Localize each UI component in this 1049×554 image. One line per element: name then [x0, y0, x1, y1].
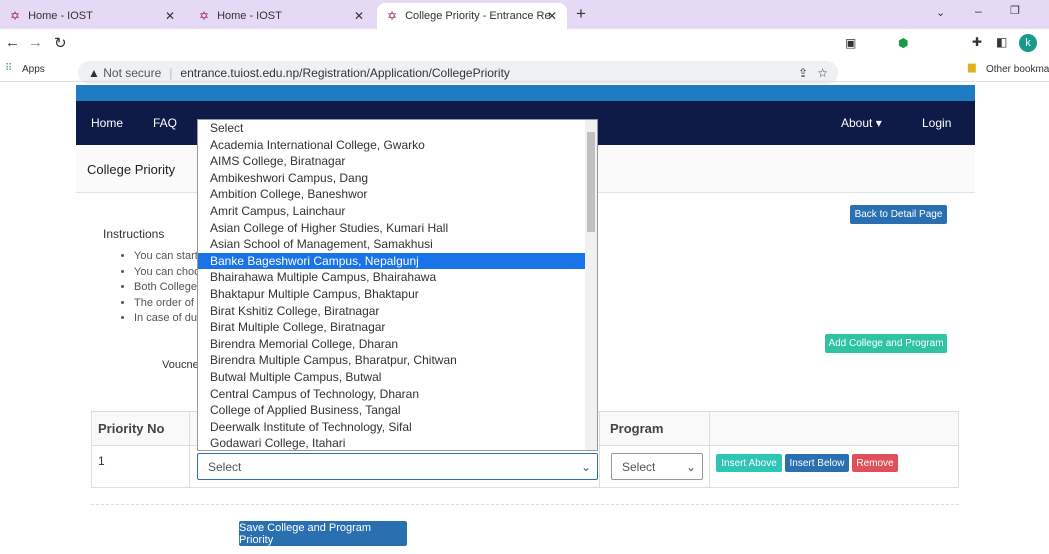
iost-icon: ✡ [199, 9, 210, 23]
dropdown-option[interactable]: Academia International College, Gwarko [198, 137, 585, 154]
dropdown-option[interactable]: Godawari College, Itahari [198, 435, 585, 450]
dropdown-option[interactable]: Birendra Multiple Campus, Bharatpur, Chi… [198, 352, 585, 369]
header-priority-no: Priority No [91, 411, 190, 446]
forward-icon[interactable]: → [28, 34, 43, 51]
tab-search-icon[interactable]: ⌄ [936, 6, 945, 19]
profile-avatar[interactable]: k [1019, 34, 1037, 52]
remove-button[interactable]: Remove [852, 454, 898, 472]
other-bookmarks[interactable]: Other bookmarks [986, 64, 1049, 75]
apps-link[interactable]: Apps [22, 64, 45, 75]
iost-icon: ✡ [10, 9, 21, 23]
close-tab-icon[interactable]: ✕ [547, 9, 557, 23]
instructions-title: Instructions [103, 227, 165, 241]
extensions-puzzle-icon[interactable]: ✚ [972, 35, 982, 49]
tab-home-1[interactable]: ✡ Home - IOST ✕ [0, 3, 185, 29]
shield-extension-icon[interactable]: ⬢ [898, 36, 908, 50]
dropdown-option[interactable]: Bhairahawa Multiple Campus, Bhairahawa [198, 269, 585, 286]
new-tab-button[interactable]: + [576, 4, 586, 24]
tab-home-2[interactable]: ✡ Home - IOST ✕ [189, 3, 374, 29]
dropdown-option[interactable]: AIMS College, Biratnagar [198, 153, 585, 170]
college-dropdown-list[interactable]: Select Academia International College, Gw… [197, 119, 598, 451]
close-tab-icon[interactable]: ✕ [354, 9, 364, 23]
divider [91, 504, 959, 505]
dropdown-option[interactable]: Asian School of Management, Samakhusi [198, 236, 585, 253]
dropdown-option[interactable]: Central Campus of Technology, Dharan [198, 386, 585, 403]
page-title: College Priority [87, 162, 176, 177]
address-bar-row: ← → ↻ ▲ Not secure | entrance.tuiost.edu.n… [0, 29, 1049, 84]
insert-below-button[interactable]: Insert Below [785, 454, 849, 472]
nav-about[interactable]: About ▾ [841, 116, 882, 130]
tab-college-priority[interactable]: ✡College Priority - Entrance Regist✕ [377, 3, 567, 29]
save-priority-button[interactable]: Save College and Program Priority [239, 521, 407, 546]
priority-number: 1 [91, 445, 190, 488]
chevron-down-icon: ⌄ [580, 459, 591, 474]
dropdown-option[interactable]: Deerwalk Institute of Technology, Sifal [198, 419, 585, 436]
insert-above-button[interactable]: Insert Above [716, 454, 782, 472]
dropdown-option[interactable]: Birat Multiple College, Biratnagar [198, 319, 585, 336]
program-select[interactable]: Select ⌄ [611, 453, 703, 480]
dropdown-option[interactable]: Bhaktapur Multiple Campus, Bhaktapur [198, 286, 585, 303]
tab-bar: ✡ Home - IOST ✕ ✡ Home - IOST ✕ ✡ College Pri… [0, 0, 1049, 29]
iost-icon: ✡ [387, 9, 398, 23]
side-panel-icon[interactable]: ◧ [996, 35, 1007, 49]
folder-icon: ▆ [968, 62, 976, 73]
add-college-program-button[interactable]: Add College and Program [825, 334, 947, 353]
bookmarks-bar: ⠿ Apps ▆ Other bookmarks [0, 58, 1049, 82]
minimize-button[interactable]: – [975, 4, 982, 18]
dropdown-option[interactable]: Birendra Memorial College, Dharan [198, 336, 585, 353]
reload-icon[interactable]: ↻ [54, 34, 67, 52]
nav-login[interactable]: Login [922, 116, 951, 130]
voucher-label: Voucne [162, 359, 199, 371]
restore-button[interactable]: ❐ [1010, 4, 1020, 17]
close-tab-icon[interactable]: ✕ [165, 9, 175, 23]
back-icon[interactable]: ← [5, 34, 20, 51]
college-select[interactable]: Select ⌄ [197, 453, 598, 480]
nav-faq[interactable]: FAQ [153, 116, 177, 130]
dropdown-option[interactable]: Select [198, 120, 585, 137]
dropdown-option[interactable]: Asian College of Higher Studies, Kumari … [198, 220, 585, 237]
nav-home[interactable]: Home [91, 116, 123, 130]
back-to-detail-button[interactable]: Back to Detail Page [850, 205, 947, 224]
dropdown-option[interactable]: Amrit Campus, Lainchaur [198, 203, 585, 220]
header-program: Program [599, 411, 710, 446]
dropdown-option[interactable]: Ambition College, Baneshwor [198, 186, 585, 203]
header-band [76, 85, 975, 101]
extension-icon[interactable]: ▣ [845, 36, 856, 50]
dropdown-option[interactable]: Butwal Multiple Campus, Butwal [198, 369, 585, 386]
dropdown-option[interactable]: Ambikeshwori Campus, Dang [198, 170, 585, 187]
instructions-list: You can start You can choo Both College … [134, 249, 200, 327]
dropdown-option[interactable]: Banke Bageshwori Campus, Nepalgunj [198, 252, 585, 270]
dropdown-scrollbar[interactable] [585, 120, 597, 450]
chevron-down-icon: ⌄ [685, 459, 696, 474]
dropdown-option[interactable]: College of Applied Business, Tangal [198, 402, 585, 419]
dropdown-option[interactable]: Birat Kshitiz College, Biratnagar [198, 303, 585, 320]
apps-grid-icon[interactable]: ⠿ [5, 63, 12, 74]
